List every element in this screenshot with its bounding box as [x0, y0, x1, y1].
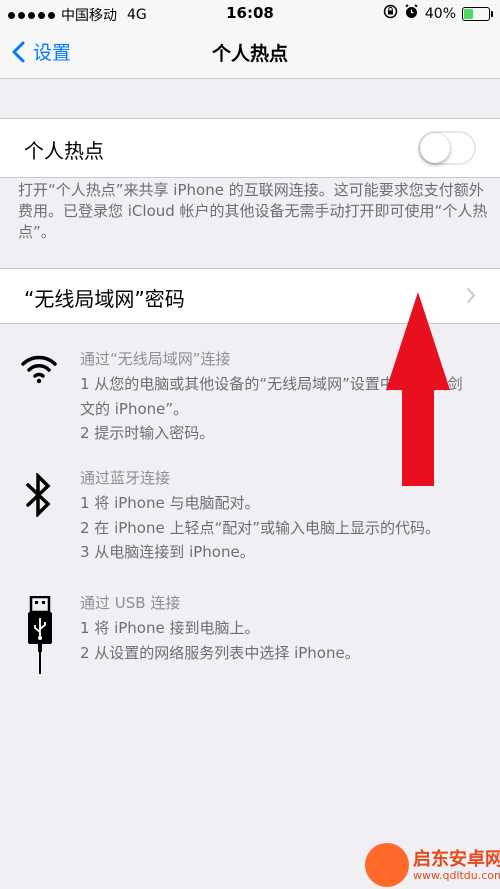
watermark-url: www.qdltdu.com	[413, 869, 500, 882]
watermark-name: 启东安卓网	[413, 849, 500, 870]
bluetooth-icon	[26, 473, 51, 517]
battery-fill	[464, 8, 473, 19]
bluetooth-step: 1 将 iPhone 与电脑配对。	[80, 494, 260, 512]
hotspot-toggle[interactable]	[418, 131, 476, 165]
navigation-bar: 设置 个人热点	[0, 28, 500, 79]
usb-heading: 通过 USB 连接	[80, 594, 181, 612]
alarm-icon	[404, 4, 419, 23]
usb-icon	[28, 596, 52, 674]
hotspot-footer-text: 打开“个人热点”来共享 iPhone 的互联网连接。这可能要求您支付额外费用。已…	[18, 181, 488, 241]
usb-steps: 1 将 iPhone 接到电脑上。 2 从设置的网络服务列表中选择 iPhone…	[80, 616, 360, 665]
hotspot-label: 个人热点	[24, 139, 104, 163]
chevron-right-icon	[467, 288, 475, 303]
toggle-knob	[420, 133, 450, 163]
wifi-icon	[21, 355, 57, 384]
page-title: 个人热点	[211, 43, 288, 65]
red-arrow-annotation	[386, 292, 450, 486]
watermark-logo	[365, 843, 409, 887]
usb-step: 2 从设置的网络服务列表中选择 iPhone。	[80, 643, 360, 662]
rotation-lock-icon	[383, 4, 398, 23]
bluetooth-heading: 通过蓝牙连接	[80, 469, 171, 487]
bluetooth-step: 3 从电脑连接到 iPhone。	[80, 543, 255, 561]
hotspot-cell: 个人热点	[0, 118, 500, 178]
watermark: 启东安卓网 www.qdltdu.com	[365, 843, 500, 887]
bluetooth-steps: 1 将 iPhone 与电脑配对。 2 在 iPhone 上轻点“配对”或输入电…	[80, 491, 440, 565]
battery-percent: 40%	[424, 5, 456, 22]
wifi-password-label: “无线局域网”密码	[24, 287, 185, 311]
status-right: 40%	[383, 4, 493, 23]
bluetooth-step: 2 在 iPhone 上轻点“配对”或输入电脑上显示的代码。	[80, 518, 441, 537]
wifi-heading: 通过“无线局域网”连接	[80, 350, 231, 368]
usb-step: 1 将 iPhone 接到电脑上。	[80, 619, 260, 637]
status-bar: 中国移动 4G 16:08 40%	[0, 0, 500, 28]
battery-icon	[462, 6, 493, 21]
